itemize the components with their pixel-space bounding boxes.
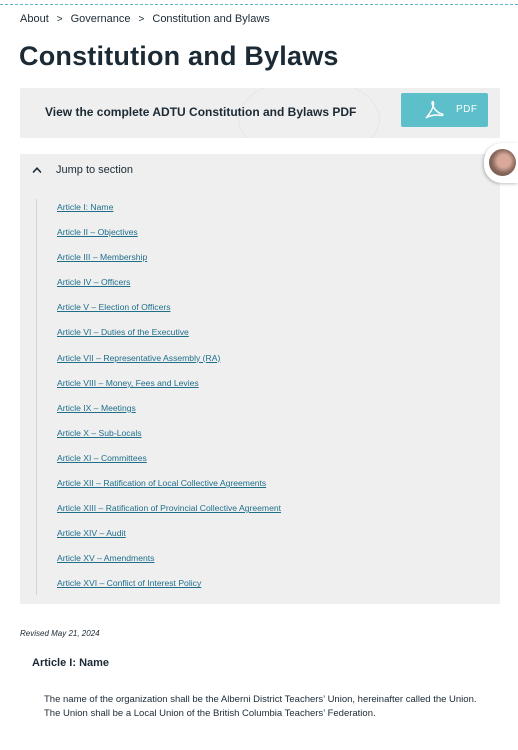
breadcrumb-separator: > xyxy=(56,13,63,25)
toc-item: Article V – Election of Officers xyxy=(37,299,281,324)
toc-link[interactable]: Article XIV – Audit xyxy=(57,526,126,540)
toc-item: Article XIII – Ratification of Provincia… xyxy=(37,500,281,525)
toc-item: Article VIII – Money, Fees and Levies xyxy=(37,375,281,400)
pdf-banner: View the complete ADTU Constitution and … xyxy=(20,88,500,138)
toc-item: Article XVI – Conflict of Interest Polic… xyxy=(37,575,281,600)
toc-link[interactable]: Article XI – Committees xyxy=(57,451,147,465)
article-heading: Article I: Name xyxy=(32,657,110,669)
toc-item: Article IV – Officers xyxy=(37,274,281,299)
toc-item: Article IX – Meetings xyxy=(37,400,281,425)
toc-item: Article II – Objectives xyxy=(37,224,281,249)
breadcrumb: About > Governance > Constitution and By… xyxy=(20,13,270,25)
toc-item: Article XI – Committees xyxy=(37,450,281,475)
pdf-download-button[interactable]: PDF xyxy=(401,93,488,127)
toc-link[interactable]: Article XIII – Ratification of Provincia… xyxy=(57,501,281,515)
article-body: The name of the organization shall be th… xyxy=(44,694,477,719)
table-of-contents: Article I: Name Article II – Objectives Ar… xyxy=(36,199,281,595)
toc-link[interactable]: Article IV – Officers xyxy=(57,275,130,289)
toc-link[interactable]: Article III – Membership xyxy=(57,250,147,264)
toc-item: Article I: Name xyxy=(37,199,281,224)
breadcrumb-about[interactable]: About xyxy=(20,13,49,25)
revised-date: Revised May 21, 2024 xyxy=(20,629,100,638)
breadcrumb-current: Constitution and Bylaws xyxy=(152,13,270,25)
toc-item: Article XIV – Audit xyxy=(37,525,281,550)
toc-link[interactable]: Article IX – Meetings xyxy=(57,401,136,415)
avatar xyxy=(489,149,516,176)
jump-to-section-toggle[interactable]: Jump to section xyxy=(32,164,133,176)
toc-item: Article III – Membership xyxy=(37,249,281,274)
pdf-banner-text: View the complete ADTU Constitution and … xyxy=(45,105,357,119)
toc-link[interactable]: Article XVI – Conflict of Interest Polic… xyxy=(57,576,201,590)
toc-item: Article XV – Amendments xyxy=(37,550,281,575)
toc-item: Article XII – Ratification of Local Coll… xyxy=(37,475,281,500)
toc-link[interactable]: Article X – Sub-Locals xyxy=(57,426,142,440)
breadcrumb-governance[interactable]: Governance xyxy=(71,13,131,25)
toc-link[interactable]: Article XII – Ratification of Local Coll… xyxy=(57,476,266,490)
toc-item: Article VI – Duties of the Executive xyxy=(37,324,281,349)
toc-link[interactable]: Article VII – Representative Assembly (R… xyxy=(57,351,220,365)
jump-to-section-panel: Jump to section Article I: Name Article I… xyxy=(20,154,500,604)
pdf-button-label: PDF xyxy=(456,104,478,115)
toc-list: Article I: Name Article II – Objectives Ar… xyxy=(37,199,281,601)
toc-link[interactable]: Article VIII – Money, Fees and Levies xyxy=(57,376,199,390)
acrobat-pdf-icon xyxy=(423,100,445,120)
toc-item: Article VII – Representative Assembly (R… xyxy=(37,350,281,375)
jump-to-section-label: Jump to section xyxy=(56,164,134,176)
page-title: Constitution and Bylaws xyxy=(19,41,339,71)
chat-avatar-button[interactable] xyxy=(484,143,518,183)
toc-link[interactable]: Article XV – Amendments xyxy=(57,551,154,565)
top-divider xyxy=(0,4,518,5)
chevron-up-icon xyxy=(32,167,42,173)
toc-link[interactable]: Article VI – Duties of the Executive xyxy=(57,325,189,339)
toc-link[interactable]: Article V – Election of Officers xyxy=(57,300,171,314)
toc-link[interactable]: Article II – Objectives xyxy=(57,225,138,239)
breadcrumb-separator: > xyxy=(138,13,145,25)
toc-item: Article X – Sub-Locals xyxy=(37,425,281,450)
toc-link[interactable]: Article I: Name xyxy=(57,200,113,214)
